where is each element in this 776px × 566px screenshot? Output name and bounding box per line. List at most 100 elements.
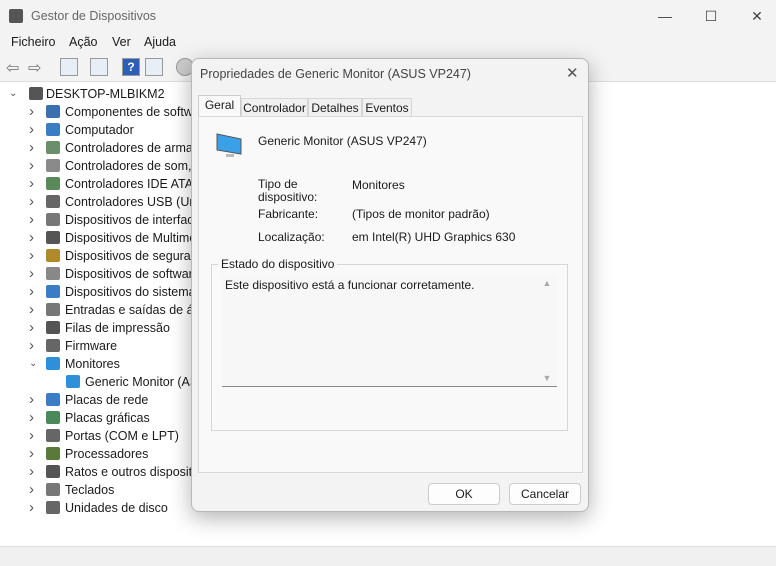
tree-item[interactable]: › Filas de impressão (0, 319, 191, 337)
chevron-down-icon[interactable]: ⌄ (9, 85, 19, 103)
chevron-right-icon[interactable]: › (29, 301, 39, 319)
device-category-icon (66, 375, 80, 388)
scroll-up-icon[interactable]: ▲ (539, 278, 555, 288)
tab-geral[interactable]: Geral (198, 95, 241, 117)
tree-item[interactable]: › Portas (COM e LPT) (0, 427, 191, 445)
chevron-right-icon[interactable]: › (29, 247, 39, 265)
chevron-right-icon[interactable]: › (29, 121, 39, 139)
tree-item[interactable]: › Dispositivos de seguran (0, 247, 191, 265)
maximize-button[interactable]: ☐ (688, 4, 734, 28)
tree-item[interactable]: › Dispositivos de software (0, 265, 191, 283)
status-bar (0, 546, 776, 566)
chevron-down-icon[interactable]: ⌄ (29, 355, 39, 373)
tab-controlador[interactable]: Controlador (241, 98, 308, 117)
tree-item-label: Dispositivos de Multimé (65, 231, 191, 245)
tree-item[interactable]: › Teclados (0, 481, 191, 499)
tree-item[interactable]: › Componentes de softwa (0, 103, 191, 121)
help-icon[interactable]: ? (122, 58, 140, 76)
tree-item[interactable]: › Dispositivos de interface (0, 211, 191, 229)
device-category-icon (46, 231, 60, 244)
device-status-textbox[interactable]: Este dispositivo está a funcionar corret… (222, 275, 557, 387)
device-category-icon (46, 195, 60, 208)
tree-item[interactable]: › Placas gráficas (0, 409, 191, 427)
tree-item-label: Controladores de armaz (65, 141, 191, 155)
tree-root[interactable]: ⌄ DESKTOP-MLBIKM2 (0, 85, 190, 103)
tree-item[interactable]: › Placas de rede (0, 391, 191, 409)
tree-item[interactable]: › Dispositivos de Multimé (0, 229, 191, 247)
tree-item-label: Placas gráficas (65, 411, 150, 425)
title-bar: Gestor de Dispositivos — ☐ ✕ (0, 0, 776, 32)
chevron-right-icon[interactable]: › (29, 265, 39, 283)
back-icon[interactable]: ⇦ (6, 58, 19, 78)
tree-item-label: Componentes de softwa (65, 105, 191, 119)
tree-item-label: Dispositivos do sistema (65, 285, 191, 299)
chevron-right-icon[interactable]: › (29, 283, 39, 301)
device-category-icon (46, 249, 60, 262)
chevron-right-icon[interactable]: › (29, 337, 39, 355)
chevron-right-icon[interactable]: › (29, 409, 39, 427)
tree-item-label: Dispositivos de interface (65, 213, 191, 227)
tree-item-label: Controladores IDE ATA/A (65, 177, 191, 191)
chevron-right-icon[interactable]: › (29, 481, 39, 499)
chevron-right-icon[interactable]: › (29, 229, 39, 247)
chevron-right-icon[interactable]: › (29, 193, 39, 211)
tree-item[interactable]: › Unidades de disco (0, 499, 191, 517)
device-category-icon (46, 339, 60, 352)
menu-ficheiro[interactable]: Ficheiro (11, 35, 55, 49)
device-status-label: Estado do dispositivo (218, 257, 338, 271)
device-category-icon (46, 105, 60, 118)
forward-icon[interactable]: ⇨ (28, 58, 41, 78)
device-category-icon (46, 483, 60, 496)
tree-item[interactable]: › Controladores USB (Univ (0, 193, 191, 211)
tree-item[interactable]: › Ratos e outros dispositiv (0, 463, 191, 481)
menu-acao[interactable]: Ação (69, 35, 98, 49)
tree-item[interactable]: › Controladores de armaz (0, 139, 191, 157)
chevron-right-icon[interactable]: › (29, 157, 39, 175)
tree-root-label: DESKTOP-MLBIKM2 (46, 87, 165, 101)
dialog-close-button[interactable]: ✕ (566, 64, 579, 82)
tree-item-label: Unidades de disco (65, 501, 168, 515)
scroll-down-icon[interactable]: ▼ (539, 373, 555, 383)
chevron-right-icon[interactable]: › (29, 427, 39, 445)
tree-item[interactable]: ⌄ Monitores (0, 355, 191, 373)
tree-item-label: Dispositivos de seguran (65, 249, 191, 263)
tree-item[interactable]: › Processadores (0, 445, 191, 463)
tab-detalhes[interactable]: Detalhes (308, 98, 362, 117)
prop-value-manufacturer: (Tipos de monitor padrão) (352, 207, 490, 221)
tree-item[interactable]: › Controladores de som, v (0, 157, 191, 175)
chevron-right-icon[interactable]: › (29, 139, 39, 157)
tree-item[interactable]: › Entradas e saídas de áud (0, 301, 191, 319)
tree-item-label: Filas de impressão (65, 321, 170, 335)
dialog-title: Propriedades de Generic Monitor (ASUS VP… (200, 67, 471, 81)
tree-item[interactable]: › Controladores IDE ATA/A (0, 175, 191, 193)
ok-button[interactable]: OK (428, 483, 500, 505)
menu-ver[interactable]: Ver (112, 35, 131, 49)
chevron-right-icon[interactable]: › (29, 211, 39, 229)
action-pane-icon[interactable] (145, 58, 163, 76)
show-hide-console-tree-icon[interactable] (60, 58, 78, 76)
tree-item[interactable]: › Firmware (0, 337, 191, 355)
chevron-right-icon[interactable]: › (29, 463, 39, 481)
close-button[interactable]: ✕ (734, 4, 776, 28)
properties-icon[interactable] (90, 58, 108, 76)
menu-ajuda[interactable]: Ajuda (144, 35, 176, 49)
chevron-right-icon[interactable]: › (29, 499, 39, 517)
tree-item-label: Processadores (65, 447, 149, 461)
chevron-right-icon[interactable]: › (29, 175, 39, 193)
device-category-icon (46, 447, 60, 460)
cancel-button[interactable]: Cancelar (509, 483, 581, 505)
chevron-right-icon[interactable]: › (29, 445, 39, 463)
tree-item[interactable]: › Computador (0, 121, 191, 139)
tab-eventos[interactable]: Eventos (362, 98, 412, 117)
chevron-right-icon[interactable]: › (29, 319, 39, 337)
tree-item-label: Monitores (65, 357, 120, 371)
device-category-icon (46, 267, 60, 280)
tree-item[interactable]: › Dispositivos do sistema (0, 283, 191, 301)
tree-item-label: Firmware (65, 339, 118, 353)
tree-item-child[interactable]: Generic Monitor (AS (0, 373, 191, 391)
chevron-right-icon[interactable]: › (29, 103, 39, 121)
minimize-button[interactable]: — (642, 4, 688, 28)
window-title: Gestor de Dispositivos (31, 9, 157, 23)
prop-value-location: em Intel(R) UHD Graphics 630 (352, 230, 516, 244)
chevron-right-icon[interactable]: › (29, 391, 39, 409)
